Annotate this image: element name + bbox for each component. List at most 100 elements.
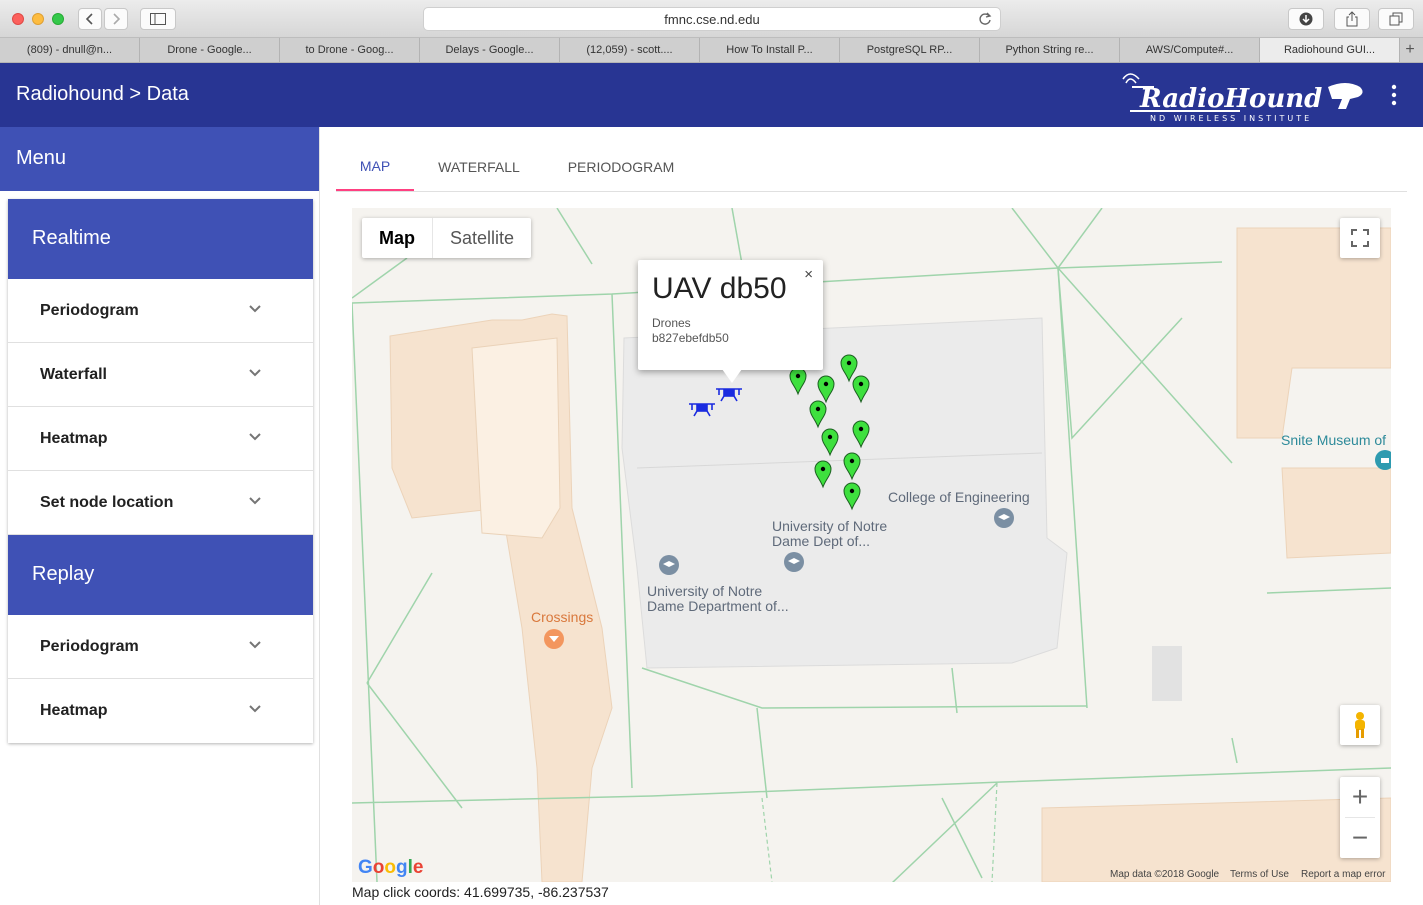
chevron-down-icon [249,705,261,713]
chevron-down-icon [249,497,261,505]
close-window-button[interactable] [12,13,24,25]
report-map-error-link[interactable]: Report a map error [1301,869,1385,880]
main-tabs: MAP WATERFALL PERIODOGRAM [336,143,1407,192]
tab-overview-button[interactable] [1378,8,1414,30]
browser-titlebar: fmnc.cse.nd.edu [0,0,1423,38]
browser-tab[interactable]: Python String re... [980,38,1120,62]
minimize-window-button[interactable] [32,13,44,25]
chevron-down-icon [249,433,261,441]
sidebar-item-replay-periodogram[interactable]: Periodogram [8,615,313,679]
info-window-id: b827ebefdb50 [652,331,729,345]
browser-tab[interactable]: PostgreSQL RP... [840,38,980,62]
chevron-down-icon [249,641,261,649]
downloads-button[interactable] [1288,8,1324,30]
browser-tab[interactable]: (12,059) - scott.... [560,38,700,62]
info-window-category: Drones [652,316,691,330]
browser-tab[interactable]: Drone - Google... [140,38,280,62]
node-marker-icon[interactable] [843,482,861,511]
address-bar[interactable]: fmnc.cse.nd.edu [423,7,1001,31]
sidebar-icon [150,13,166,25]
page-title: Radiohound > Data [16,83,189,105]
node-marker-icon[interactable] [821,428,839,457]
sidebar-item-realtime-heatmap[interactable]: Heatmap [8,407,313,471]
chevron-down-icon [249,305,261,313]
zoom-window-button[interactable] [52,13,64,25]
tab-waterfall[interactable]: WATERFALL [428,143,530,191]
browser-tab[interactable]: AWS/Compute#... [1120,38,1260,62]
sidebar-item-label: Heatmap [40,429,108,447]
zoom-in-button[interactable]: + [1340,777,1380,817]
info-window-tail [722,369,742,383]
google-logo[interactable]: Google [358,857,423,879]
google-logo-text: Google [358,857,424,878]
browser-tab[interactable]: Delays - Google... [420,38,560,62]
svg-text:ND WIRELESS INSTITUTE: ND WIRELESS INSTITUTE [1150,114,1312,123]
fullscreen-icon [1351,229,1369,247]
node-marker-icon[interactable] [852,420,870,449]
fullscreen-button[interactable] [1340,218,1380,258]
map-type-control: Map Satellite [362,218,532,258]
reload-icon[interactable] [978,12,992,26]
drone-icon[interactable] [716,388,742,402]
sidebar-item-label: Periodogram [40,301,139,319]
back-button[interactable] [78,8,102,30]
tabs-icon [1389,12,1403,26]
share-button[interactable] [1334,8,1370,30]
node-marker-icon[interactable] [840,354,858,383]
browser-tab[interactable]: to Drone - Goog... [280,38,420,62]
sidebar-item-realtime-waterfall[interactable]: Waterfall [8,343,313,407]
section-realtime[interactable]: Realtime [8,199,313,279]
chevron-right-icon [113,13,121,25]
node-marker-icon[interactable] [814,460,832,489]
sidebar-item-replay-heatmap[interactable]: Heatmap [8,679,313,743]
zoom-control: + − [1340,777,1380,858]
node-marker-icon[interactable] [817,375,835,404]
sidebar-item-label: Waterfall [40,365,107,383]
drone-info-window: × UAV db50 Drones b827ebefdb50 [638,260,823,370]
node-marker-icon[interactable] [809,400,827,429]
chevron-down-icon [249,369,261,377]
map-canvas[interactable]: College of Engineering University of Not… [352,208,1391,882]
map-click-coords: Map click coords: 41.699735, -86.237537 [352,884,609,900]
info-window-details: Drones b827ebefdb50 [652,316,809,346]
svg-text:RadioHound: RadioHound [1139,84,1322,114]
zoom-out-button[interactable]: − [1340,818,1380,858]
pegman-icon [1355,712,1365,738]
browser-tab[interactable]: (809) - dnull@n... [0,38,140,62]
browser-tab[interactable]: How To Install P... [700,38,840,62]
map-data-attribution: Map data ©2018 Google [1110,869,1220,880]
tab-map[interactable]: MAP [336,143,414,191]
download-icon [1299,12,1313,26]
forward-button[interactable] [104,8,128,30]
sidebar-item-realtime-periodogram[interactable]: Periodogram [8,279,313,343]
drone-icon[interactable] [689,403,715,417]
tab-periodogram[interactable]: PERIODOGRAM [558,143,684,191]
sidebar-item-label: Periodogram [40,637,139,655]
terms-of-use-link[interactable]: Terms of Use [1230,869,1289,880]
browser-tabbar: (809) - dnull@n... Drone - Google... to Dr… [0,38,1423,63]
sidebar-item-label: Heatmap [40,702,108,719]
browser-tab[interactable]: Radiohound GUI... [1260,38,1400,62]
share-icon [1346,11,1358,27]
url-text: fmnc.cse.nd.edu [664,11,760,27]
radiohound-logo: RadioHound ND WIRELESS INSTITUTE [1122,73,1363,123]
app-header: Radiohound > Data RadioHound ND WIRELESS… [0,63,1423,127]
node-marker-icon[interactable] [843,452,861,481]
street-view-pegman-button[interactable] [1340,705,1380,745]
more-vert-icon[interactable] [1386,83,1402,107]
node-marker-icon[interactable] [852,375,870,404]
close-icon[interactable]: × [804,266,813,283]
info-window-title: UAV db50 [652,272,787,305]
marker-layer [689,354,870,511]
sidebar-toggle-button[interactable] [140,8,176,30]
section-replay[interactable]: Replay [8,535,313,615]
sidebar-menu-title: Menu [0,127,319,191]
chevron-left-icon [85,13,93,25]
sidebar-item-set-node-location[interactable]: Set node location [8,471,313,535]
map-type-map-button[interactable]: Map [362,218,433,258]
sidebar-realtime-panel: Realtime Periodogram Waterfall Heatmap S… [8,199,313,743]
node-marker-icon[interactable] [789,367,807,396]
new-tab-button[interactable]: + [1400,38,1420,62]
sidebar-item-label: Set node location [40,493,174,511]
map-type-satellite-button[interactable]: Satellite [433,218,531,258]
